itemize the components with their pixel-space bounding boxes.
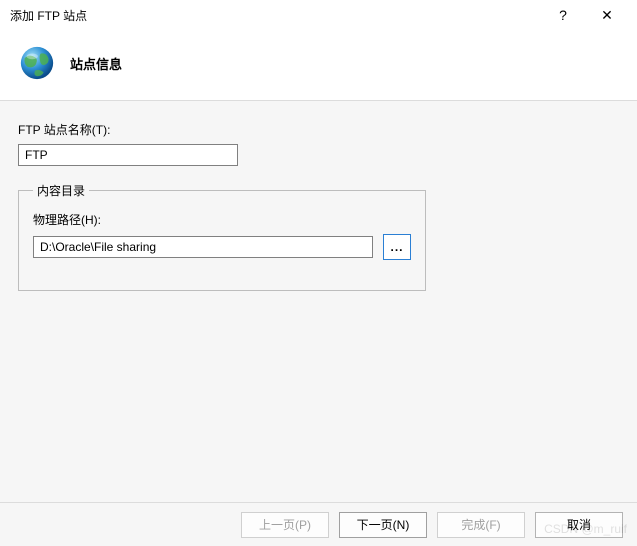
wizard-footer: 上一页(P) 下一页(N) 完成(F) 取消 xyxy=(0,502,637,546)
prev-button[interactable]: 上一页(P) xyxy=(241,512,329,538)
content-dir-legend: 内容目录 xyxy=(33,182,89,199)
path-label: 物理路径(H): xyxy=(33,211,411,228)
site-name-label: FTP 站点名称(T): xyxy=(18,121,619,138)
path-row-wrap: 物理路径(H): ... xyxy=(33,211,411,260)
ellipsis-icon: ... xyxy=(390,240,403,254)
wizard-header: 站点信息 xyxy=(0,30,637,100)
help-button[interactable]: ? xyxy=(541,7,585,23)
close-button[interactable]: ✕ xyxy=(585,7,629,24)
next-button[interactable]: 下一页(N) xyxy=(339,512,427,538)
content-dir-group: 内容目录 物理路径(H): ... xyxy=(18,182,426,291)
site-name-row: FTP 站点名称(T): xyxy=(18,121,619,166)
globe-icon xyxy=(18,44,56,82)
path-row: ... xyxy=(33,234,411,260)
titlebar: 添加 FTP 站点 ? ✕ xyxy=(0,0,637,30)
page-title: 站点信息 xyxy=(70,54,122,73)
wizard-content: FTP 站点名称(T): 内容目录 物理路径(H): ... xyxy=(0,101,637,515)
cancel-button[interactable]: 取消 xyxy=(535,512,623,538)
site-name-input[interactable] xyxy=(18,144,238,166)
finish-button[interactable]: 完成(F) xyxy=(437,512,525,538)
window-title: 添加 FTP 站点 xyxy=(10,7,541,24)
physical-path-input[interactable] xyxy=(33,236,373,258)
browse-button[interactable]: ... xyxy=(383,234,411,260)
